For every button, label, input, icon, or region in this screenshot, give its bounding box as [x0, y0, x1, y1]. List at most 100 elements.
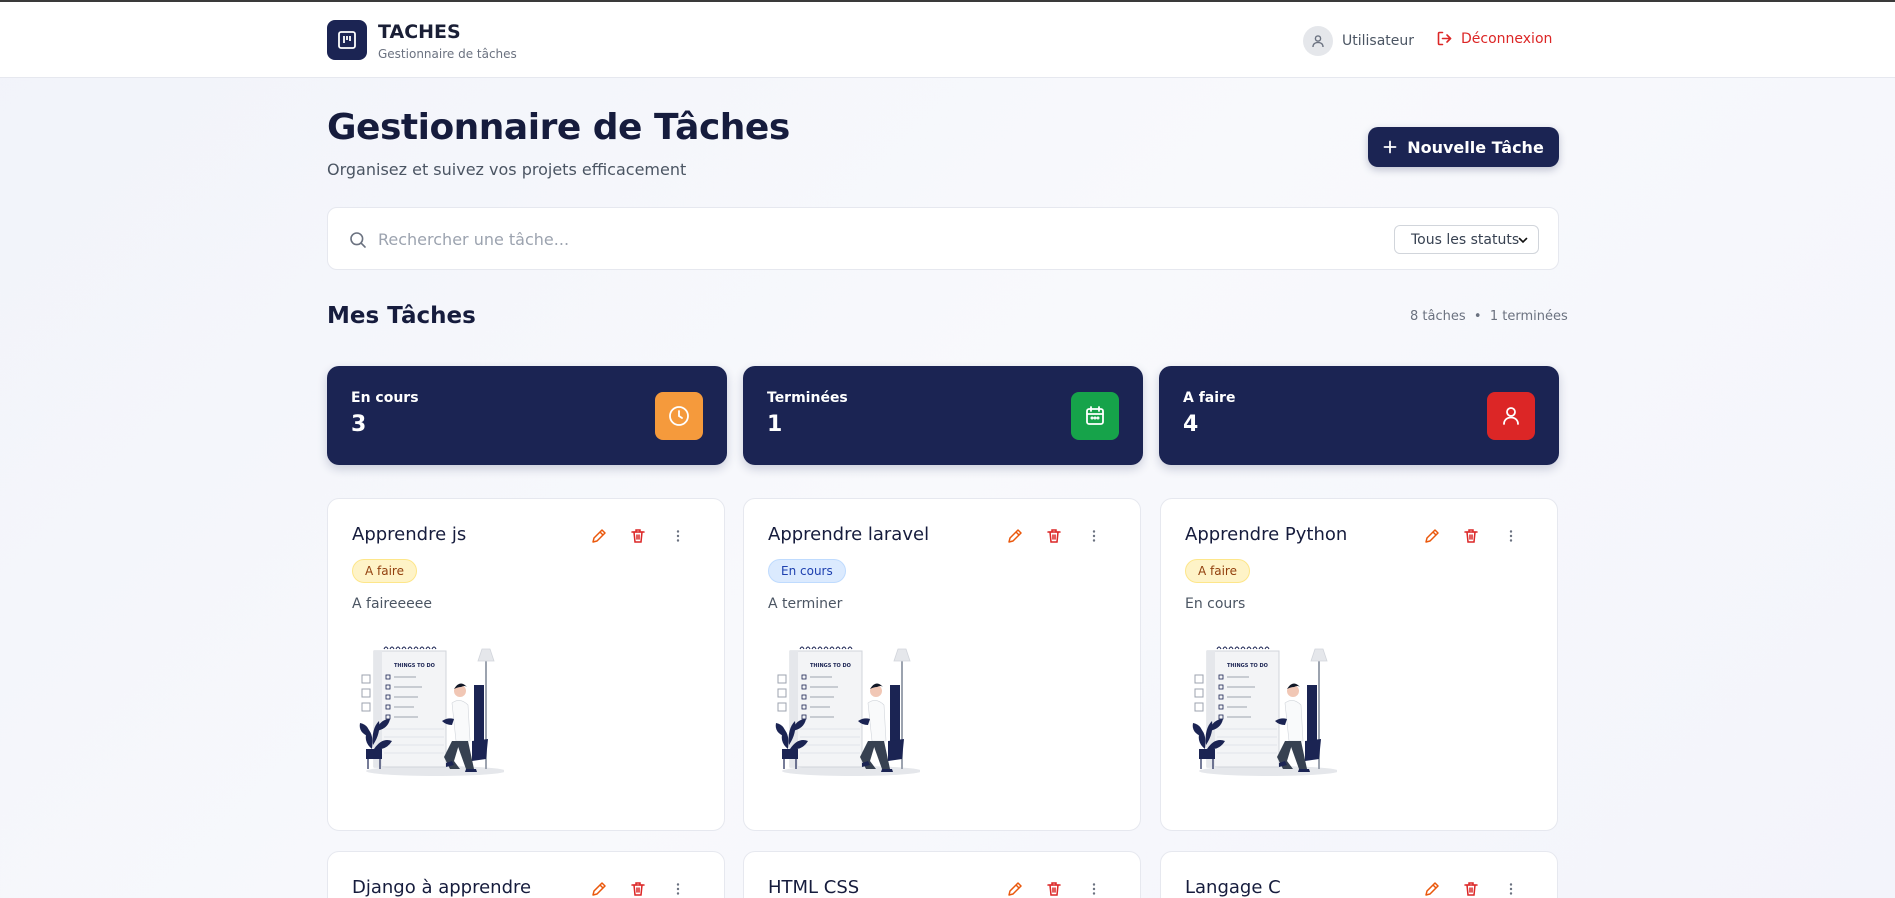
task-actions	[588, 879, 688, 898]
logout-button[interactable]: Déconnexion	[1436, 30, 1552, 47]
status-badge: A faire	[1185, 559, 1250, 583]
delete-button[interactable]	[1044, 526, 1064, 546]
delete-button[interactable]	[1461, 526, 1481, 546]
page-title: Gestionnaire de Tâches	[327, 107, 790, 148]
chevron-down-icon	[1518, 237, 1528, 244]
trash-icon	[1464, 529, 1478, 543]
task-title: HTML CSS	[768, 877, 860, 898]
edit-button[interactable]	[1004, 879, 1024, 898]
task-card[interactable]: Apprendre js A faire A faireeeee	[327, 498, 725, 831]
section-title: Mes Tâches	[327, 303, 476, 329]
trash-icon	[1047, 882, 1061, 896]
search-icon	[350, 232, 366, 248]
task-title: Langage C	[1185, 877, 1281, 898]
plus-icon	[1383, 140, 1397, 154]
task-illustration	[1191, 646, 1337, 777]
task-title: Django à apprendre	[352, 877, 532, 898]
more-options-button[interactable]	[1501, 526, 1521, 546]
kanban-icon	[338, 31, 356, 49]
task-description: A faireeeee	[352, 596, 432, 612]
user-icon	[1503, 407, 1519, 425]
more-options-button[interactable]	[668, 879, 688, 898]
stat-card-done: Terminées 1	[743, 366, 1143, 465]
delete-button[interactable]	[628, 526, 648, 546]
logout-icon	[1437, 31, 1452, 46]
task-actions	[1004, 526, 1104, 546]
brand-subtitle: Gestionnaire de tâches	[378, 47, 517, 61]
trash-icon	[631, 882, 645, 896]
task-card[interactable]: HTML CSS	[743, 851, 1141, 898]
edit-button[interactable]	[1004, 526, 1024, 546]
search-input[interactable]	[378, 226, 1178, 252]
stat-value: 3	[351, 412, 367, 437]
user-icon	[1312, 35, 1324, 48]
pencil-icon	[591, 881, 606, 896]
user-menu[interactable]: Utilisateur	[1303, 26, 1414, 56]
stat-value: 1	[767, 412, 783, 437]
trash-icon	[1047, 529, 1061, 543]
task-count-summary: 8 tâches • 1 terminées	[1410, 309, 1568, 324]
task-actions	[1004, 879, 1104, 898]
more-vertical-icon	[1092, 530, 1096, 542]
more-vertical-icon	[1092, 883, 1096, 895]
edit-button[interactable]	[588, 879, 608, 898]
edit-button[interactable]	[1421, 526, 1441, 546]
pencil-icon	[1007, 528, 1022, 543]
task-title: Apprendre laravel	[768, 524, 930, 545]
clock-icon	[669, 406, 689, 426]
new-task-label: Nouvelle Tâche	[1407, 137, 1544, 157]
task-title: Apprendre js	[352, 524, 467, 545]
more-vertical-icon	[1509, 530, 1513, 542]
trash-icon	[1464, 882, 1478, 896]
new-task-button[interactable]: Nouvelle Tâche	[1368, 127, 1559, 167]
task-illustration	[358, 646, 504, 777]
pencil-icon	[1424, 881, 1439, 896]
calendar-icon	[1086, 406, 1104, 425]
edit-button[interactable]	[1421, 879, 1441, 898]
stat-card-todo: A faire 4	[1159, 366, 1559, 465]
task-card[interactable]: Apprendre laravel En cours A terminer	[743, 498, 1141, 831]
task-count: 8 tâches	[1410, 309, 1466, 324]
task-description: En cours	[1185, 596, 1246, 612]
delete-button[interactable]	[1461, 879, 1481, 898]
more-vertical-icon	[1509, 883, 1513, 895]
more-options-button[interactable]	[1501, 879, 1521, 898]
done-count: 1 terminées	[1489, 309, 1568, 324]
stat-label: En cours	[351, 390, 419, 406]
more-vertical-icon	[676, 883, 680, 895]
stat-icon-box	[1071, 392, 1119, 440]
pencil-icon	[1007, 881, 1022, 896]
task-actions	[588, 526, 688, 546]
status-filter-select[interactable]: Tous les statuts	[1394, 225, 1539, 254]
task-card[interactable]: Django à apprendre	[327, 851, 725, 898]
meta-separator: •	[1473, 309, 1482, 324]
status-badge: A faire	[352, 559, 417, 583]
task-actions	[1421, 879, 1521, 898]
app-header: TACHES Gestionnaire de tâches Utilisateu…	[0, 2, 1895, 78]
pencil-icon	[1424, 528, 1439, 543]
page-subtitle: Organisez et suivez vos projets efficace…	[327, 160, 687, 179]
stat-icon-box	[1487, 392, 1535, 440]
task-illustration	[774, 646, 920, 777]
stat-label: Terminées	[767, 390, 848, 406]
status-filter-value: Tous les statuts	[1411, 231, 1520, 248]
delete-button[interactable]	[1044, 879, 1064, 898]
task-actions	[1421, 526, 1521, 546]
delete-button[interactable]	[628, 879, 648, 898]
task-card[interactable]: Langage C	[1160, 851, 1558, 898]
more-vertical-icon	[676, 530, 680, 542]
more-options-button[interactable]	[668, 526, 688, 546]
search-bar: Tous les statuts	[327, 207, 1559, 270]
stat-card-in-progress: En cours 3	[327, 366, 727, 465]
more-options-button[interactable]	[1084, 526, 1104, 546]
more-options-button[interactable]	[1084, 879, 1104, 898]
task-card[interactable]: Apprendre Python A faire En cours	[1160, 498, 1558, 831]
task-description: A terminer	[768, 596, 843, 612]
stat-value: 4	[1183, 412, 1199, 437]
task-title: Apprendre Python	[1185, 524, 1348, 545]
trash-icon	[631, 529, 645, 543]
app-logo[interactable]	[327, 20, 367, 60]
logout-label: Déconnexion	[1461, 30, 1553, 47]
edit-button[interactable]	[588, 526, 608, 546]
brand-title: TACHES	[378, 21, 461, 43]
